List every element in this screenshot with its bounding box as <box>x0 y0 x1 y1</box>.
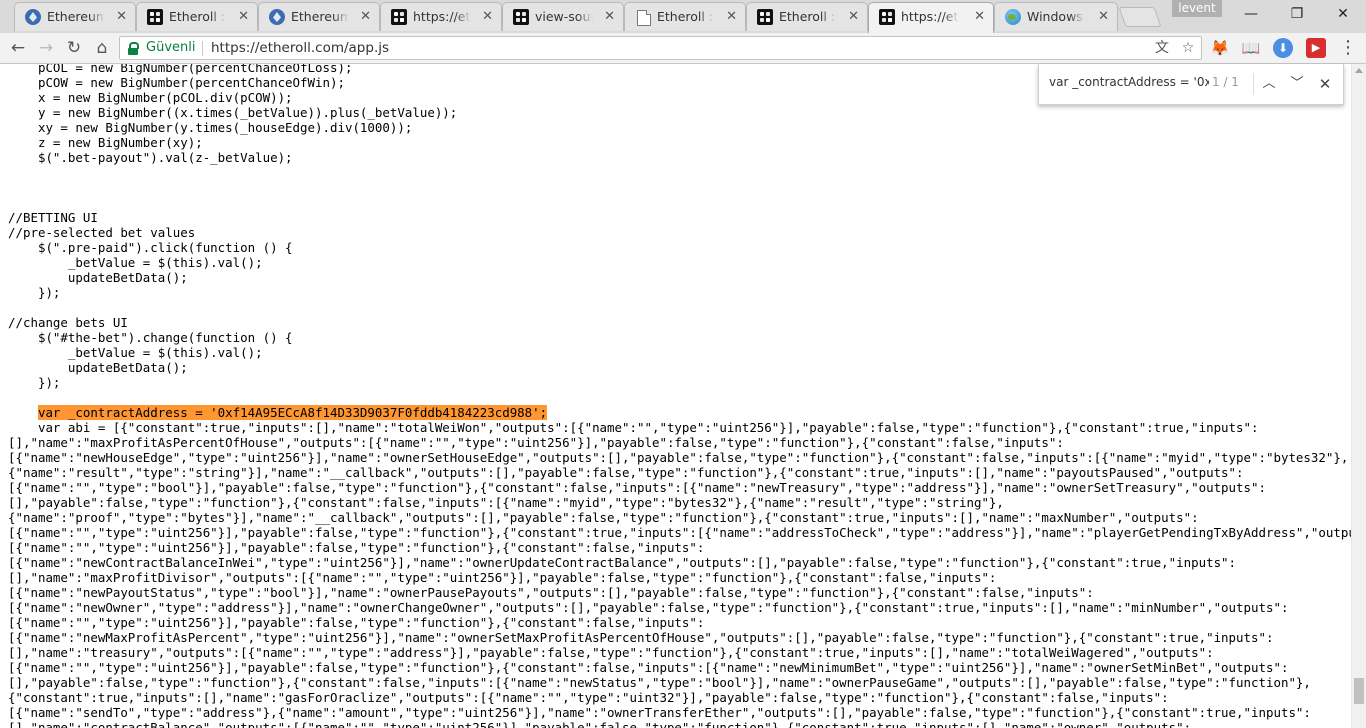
document-icon <box>637 10 651 26</box>
tab-strip: Ethereum A ✕ Etheroll :: Et ✕ Ethereum A… <box>0 0 1366 33</box>
bookmark-star-icon[interactable]: ☆ <box>1180 40 1196 56</box>
maximize-button[interactable]: ❐ <box>1274 0 1320 28</box>
tab-title: Etheroll :: Et <box>169 9 227 24</box>
secure-label[interactable]: Güvenli <box>146 40 195 55</box>
address-bar[interactable]: Güvenli https://etheroll.com/app.js 文 ☆ <box>119 36 1202 60</box>
find-previous-icon[interactable]: ︿ <box>1259 74 1279 94</box>
tab-etheroll-1[interactable]: Etheroll :: Et ✕ <box>136 2 258 31</box>
forward-button[interactable]: → <box>34 36 58 60</box>
code-before-match: pCOL = new BigNumber(percentChanceOfLoss… <box>8 64 458 390</box>
translate-icon[interactable]: 文 <box>1154 40 1170 56</box>
tab-https-active[interactable]: https://ethe ✕ <box>868 2 994 33</box>
dice-icon <box>391 9 407 25</box>
ethereum-icon <box>25 9 41 25</box>
menu-icon[interactable]: ⋮ <box>1338 38 1358 58</box>
tab-https-1[interactable]: https://ethe ✕ <box>380 2 502 31</box>
tab-etheroll-3[interactable]: Etheroll :: Et ✕ <box>746 2 868 31</box>
tab-title: Windows 8 <box>1027 9 1085 24</box>
minimize-button[interactable]: — <box>1228 0 1274 28</box>
dice-icon <box>879 9 895 25</box>
source-code: pCOL = new BigNumber(percentChanceOfLoss… <box>8 64 1351 728</box>
reload-button[interactable]: ↻ <box>62 36 86 60</box>
find-match-highlight: var _contractAddress = '0xf14A95ECcA8f14… <box>37 405 548 420</box>
find-divider <box>1253 73 1254 95</box>
tab-title: view-source <box>535 9 593 24</box>
tab-close-icon[interactable]: ✕ <box>604 9 615 25</box>
back-button[interactable]: ← <box>6 36 30 60</box>
home-button[interactable]: ⌂ <box>90 36 114 60</box>
tab-close-icon[interactable]: ✕ <box>848 9 859 25</box>
reader-icon[interactable]: 📖 <box>1241 38 1261 58</box>
tab-view-source[interactable]: view-source ✕ <box>502 2 624 31</box>
tab-ethereum-2[interactable]: Ethereum A ✕ <box>258 2 380 31</box>
tab-close-icon[interactable]: ✕ <box>482 9 493 25</box>
globe-icon <box>1005 9 1021 25</box>
metamask-icon[interactable]: 🦊 <box>1210 38 1230 58</box>
download-icon[interactable]: ⬇ <box>1273 38 1293 58</box>
tab-close-icon[interactable]: ✕ <box>238 9 249 25</box>
profile-name[interactable]: levent <box>1172 0 1222 17</box>
close-window-button[interactable]: ✕ <box>1320 0 1366 28</box>
tab-close-icon[interactable]: ✕ <box>1098 9 1109 25</box>
tab-close-icon[interactable]: ✕ <box>360 9 371 25</box>
tab-title: Etheroll :: Et <box>779 9 837 24</box>
dice-icon <box>513 9 529 25</box>
tab-windows-8[interactable]: Windows 8 ✕ <box>994 2 1118 31</box>
find-next-icon[interactable]: ﹀ <box>1287 74 1307 94</box>
dice-icon <box>757 9 773 25</box>
tab-title: https://ethe <box>413 9 471 24</box>
tab-title: Ethereum A <box>291 9 349 24</box>
source-view: pCOL = new BigNumber(percentChanceOfLoss… <box>0 64 1351 728</box>
code-after-match: var abi = [{"constant":true,"inputs":[],… <box>8 420 1351 728</box>
tab-ethereum-1[interactable]: Ethereum A ✕ <box>14 2 136 31</box>
scroll-up-arrow-icon[interactable] <box>1355 68 1363 73</box>
tab-title: Etheroll :: Et <box>657 9 715 24</box>
find-close-icon[interactable]: ✕ <box>1315 74 1335 94</box>
dice-icon <box>147 9 163 25</box>
tab-close-icon[interactable]: ✕ <box>726 9 737 25</box>
tab-title: https://ethe <box>901 9 959 24</box>
vertical-scrollbar[interactable] <box>1351 64 1366 728</box>
scrollbar-thumb[interactable] <box>1354 678 1364 704</box>
omnibox-divider <box>202 41 203 56</box>
find-input[interactable]: var _contractAddress = '0xf14 <box>1049 75 1209 89</box>
lock-icon[interactable] <box>128 42 139 55</box>
find-match-count: 1 / 1 <box>1212 75 1239 89</box>
tab-title: Ethereum A <box>47 9 105 24</box>
new-tab-button[interactable] <box>1118 7 1162 27</box>
toolbar: ← → ↻ ⌂ Güvenli https://etheroll.com/app… <box>0 33 1366 64</box>
url-text[interactable]: https://etheroll.com/app.js <box>211 40 389 56</box>
tab-close-icon[interactable]: ✕ <box>116 9 127 25</box>
find-bar: var _contractAddress = '0xf14 1 / 1 ︿ ﹀ … <box>1038 64 1344 105</box>
youtube-icon[interactable]: ▶ <box>1306 38 1326 58</box>
ethereum-icon <box>269 9 285 25</box>
tab-etheroll-2[interactable]: Etheroll :: Et ✕ <box>624 2 746 31</box>
tab-close-icon[interactable]: ✕ <box>974 9 985 25</box>
